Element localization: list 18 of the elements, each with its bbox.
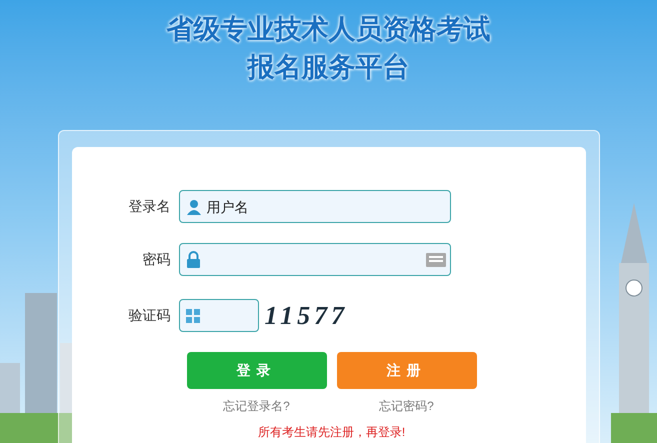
captcha-image[interactable]: 11577: [264, 296, 348, 335]
password-field[interactable]: [178, 243, 450, 276]
captcha-label: 验证码: [128, 306, 172, 325]
register-notice: 所有考生请先注册，再登录!: [256, 424, 406, 441]
register-button[interactable]: 注册: [336, 352, 476, 389]
captcha-icon: [186, 308, 200, 322]
page-title: 省级专业技术人员资格考试: [166, 13, 490, 46]
captcha-field[interactable]: [178, 299, 258, 332]
password-label: 密码: [142, 250, 172, 269]
keyboard-icon[interactable]: [426, 253, 446, 267]
username-field[interactable]: 用户名: [178, 190, 450, 223]
user-icon: [186, 199, 202, 215]
username-label: 登录名: [128, 197, 172, 216]
page-title: 报名服务平台: [248, 51, 410, 84]
login-button[interactable]: 登录: [186, 352, 326, 389]
forgot-link[interactable]: 忘记登录名?: [186, 397, 326, 415]
forgot-link[interactable]: 忘记密码?: [336, 397, 476, 415]
lock-icon: [186, 251, 200, 268]
